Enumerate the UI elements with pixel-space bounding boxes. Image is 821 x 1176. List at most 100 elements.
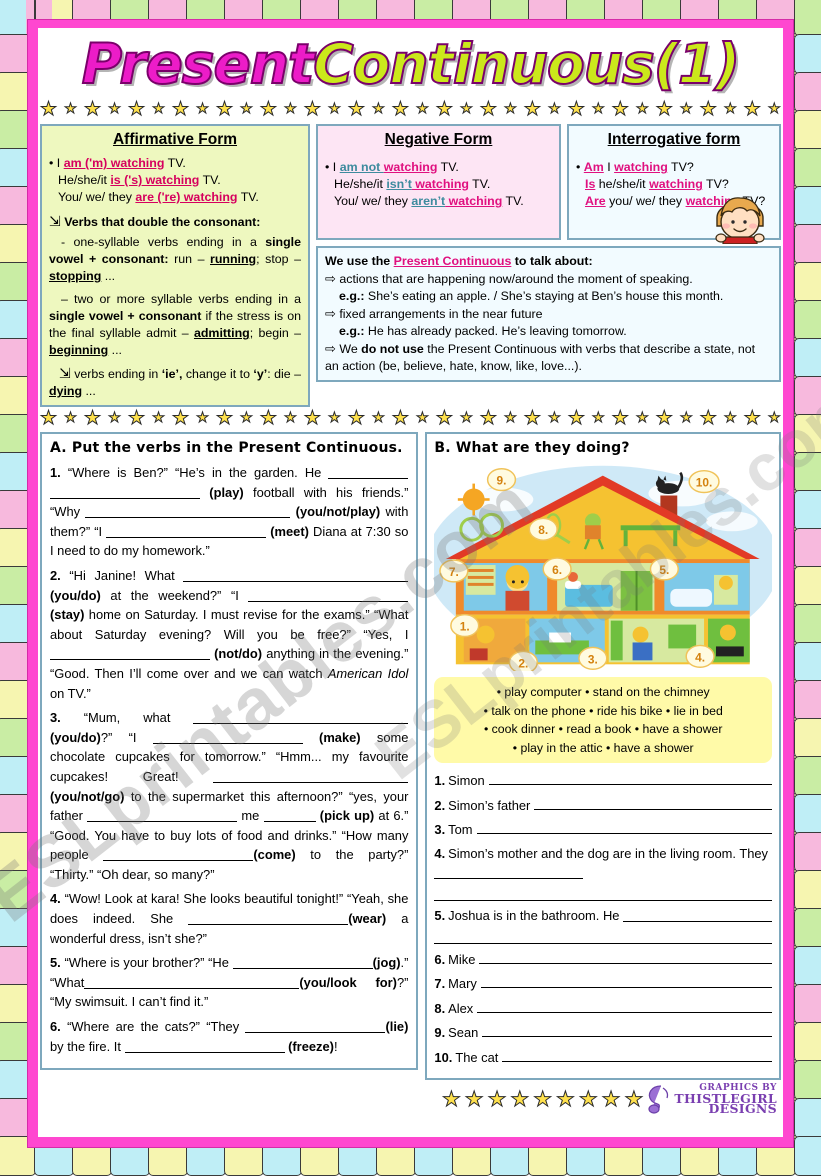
star-icon: ★ xyxy=(108,100,122,117)
word-bank-line: • talk on the phone • ride his bike • li… xyxy=(442,702,764,721)
answer-blank[interactable] xyxy=(245,1019,386,1034)
thistlegirl-logo: GRAPHICS BY THISTLEGIRL DESIGNS xyxy=(645,1083,781,1115)
exercise-b-answer-row: 1. Simon xyxy=(434,770,772,790)
answer-blank[interactable] xyxy=(488,770,772,785)
puzzle-piece xyxy=(794,870,821,910)
hook-arrow-icon-2: ⇲ xyxy=(59,365,71,381)
answer-subject: Simon’s father xyxy=(448,797,531,813)
answer-blank[interactable] xyxy=(103,847,254,862)
star-icon: ★ xyxy=(724,409,738,426)
star-icon: ★ xyxy=(510,1087,530,1112)
answer-blank[interactable] xyxy=(124,1039,285,1053)
right-arrow-icon-2: ⇨ xyxy=(325,306,336,321)
word-bank-item[interactable]: • stand on the chimney xyxy=(585,685,710,699)
answer-subject: Alex xyxy=(448,1000,474,1016)
double-consonant-rule-1: - one-syllable verbs ending in a single … xyxy=(49,235,301,283)
svg-text:1.: 1. xyxy=(460,620,470,634)
puzzle-piece xyxy=(794,642,821,682)
star-icon: ★ xyxy=(460,409,474,426)
answer-blank[interactable] xyxy=(476,819,772,834)
word-bank-item[interactable]: • ride his bike xyxy=(589,704,666,718)
answer-blank[interactable] xyxy=(183,568,409,582)
star-icon: ★ xyxy=(504,100,518,117)
star-icon: ★ xyxy=(391,407,409,429)
answer-blank[interactable] xyxy=(50,485,200,499)
verb-cue: (you/do) xyxy=(50,729,101,745)
puzzle-piece xyxy=(794,908,821,948)
answer-blank[interactable] xyxy=(434,929,772,944)
star-icon: ★ xyxy=(533,1087,553,1112)
answer-blank[interactable] xyxy=(106,524,267,538)
word-bank-item[interactable]: • play in the attic xyxy=(513,741,606,755)
answer-blank[interactable] xyxy=(152,730,303,744)
answer-blank[interactable] xyxy=(328,465,409,479)
answer-blank[interactable] xyxy=(193,710,409,725)
verb-cue: (jog) xyxy=(372,955,401,971)
answer-blank[interactable] xyxy=(188,911,349,926)
star-icon: ★ xyxy=(196,409,210,426)
sentence-text: by the fire. It xyxy=(50,1038,125,1054)
svg-text:5.: 5. xyxy=(660,563,670,577)
answer-blank[interactable] xyxy=(480,973,772,988)
answer-blank[interactable] xyxy=(479,949,772,964)
star-icon: ★ xyxy=(240,409,254,426)
verb-cue: (make) xyxy=(302,729,361,745)
exercise-a-item: 3. “Mum, what (you/do)?” “I (make) some … xyxy=(50,708,408,884)
affirmative-form-box: Affirmative Form • I am ('m) watching TV… xyxy=(40,124,310,407)
star-icon: ★ xyxy=(152,100,166,117)
puzzle-piece xyxy=(794,148,821,188)
word-bank-item[interactable]: • have a shower xyxy=(606,741,694,755)
answer-blank[interactable] xyxy=(213,769,409,783)
answer-blank[interactable] xyxy=(482,1022,772,1037)
answer-blank[interactable] xyxy=(263,808,316,823)
answer-blank[interactable] xyxy=(232,955,373,970)
answer-blank[interactable] xyxy=(84,975,300,989)
puzzle-piece xyxy=(794,1136,821,1176)
word-bank-item[interactable]: • read a book xyxy=(559,722,635,736)
exercise-a-item: 4. “Wow! Look at kara! She looks beautif… xyxy=(50,889,408,948)
answer-number: 7. xyxy=(434,976,446,991)
answer-blank[interactable] xyxy=(477,998,772,1013)
ie-to-y-rule: ⇲ verbs ending in ‘ie’, change it to ‘y’… xyxy=(49,365,301,398)
answer-subject: Sean xyxy=(448,1025,479,1040)
star-icon: ★ xyxy=(567,407,585,429)
svg-text:7.: 7. xyxy=(449,565,459,579)
word-bank-item[interactable]: • cook dinner xyxy=(484,722,559,736)
star-icon: ★ xyxy=(215,407,233,429)
affirmative-line-2: He/she/it is ('s) watching TV. xyxy=(58,173,221,187)
star-icon: ★ xyxy=(347,407,365,429)
interrogative-form-box: Interrogative form • Am I watching TV? I… xyxy=(567,124,781,244)
answer-blank[interactable] xyxy=(623,907,772,922)
puzzle-piece xyxy=(794,680,821,720)
word-bank-item[interactable]: • talk on the phone xyxy=(484,704,590,718)
puzzle-piece xyxy=(794,1098,821,1138)
answer-blank[interactable] xyxy=(434,864,583,879)
answer-blank[interactable] xyxy=(502,1047,772,1062)
usage-example-1: e.g.: She’s eating an apple. / She’s sta… xyxy=(339,289,724,303)
word-bank-item[interactable]: • play computer xyxy=(497,685,585,699)
logo-line-3: DESIGNS xyxy=(708,1101,777,1117)
puzzle-piece xyxy=(794,300,821,340)
star-icon: ★ xyxy=(83,98,102,120)
exercise-b-answer-row: 5. Joshua is in the bathroom. He xyxy=(434,906,772,925)
star-icon: ★ xyxy=(479,407,497,429)
worksheet-page: PresentContinuous(1) ★ ★ ★ ★ ★ ★ ★ ★ ★ ★ ★ ★ ★ ★ ★ ★ ★ ★ ★… xyxy=(38,28,783,1137)
answer-blank[interactable] xyxy=(50,646,210,661)
answer-number: 3. xyxy=(434,822,446,837)
boy-character-illustration xyxy=(715,197,765,244)
star-icon: ★ xyxy=(523,407,541,429)
answer-blank[interactable] xyxy=(85,504,291,519)
puzzle-piece xyxy=(794,1060,821,1100)
italic-title: American Idol xyxy=(327,665,409,681)
word-bank-line: • cook dinner • read a book • have a sho… xyxy=(442,720,764,739)
answer-blank[interactable] xyxy=(87,808,238,823)
puzzle-piece xyxy=(794,490,821,530)
word-bank-item[interactable]: • lie in bed xyxy=(666,704,723,718)
answer-blank[interactable] xyxy=(248,588,409,602)
item-number: 6. xyxy=(50,1019,68,1035)
word-bank: • play computer • stand on the chimney •… xyxy=(434,677,772,763)
word-bank-item[interactable]: • have a shower xyxy=(635,722,723,736)
star-icon: ★ xyxy=(636,100,650,117)
answer-blank[interactable] xyxy=(434,886,772,901)
answer-blank[interactable] xyxy=(534,795,772,810)
